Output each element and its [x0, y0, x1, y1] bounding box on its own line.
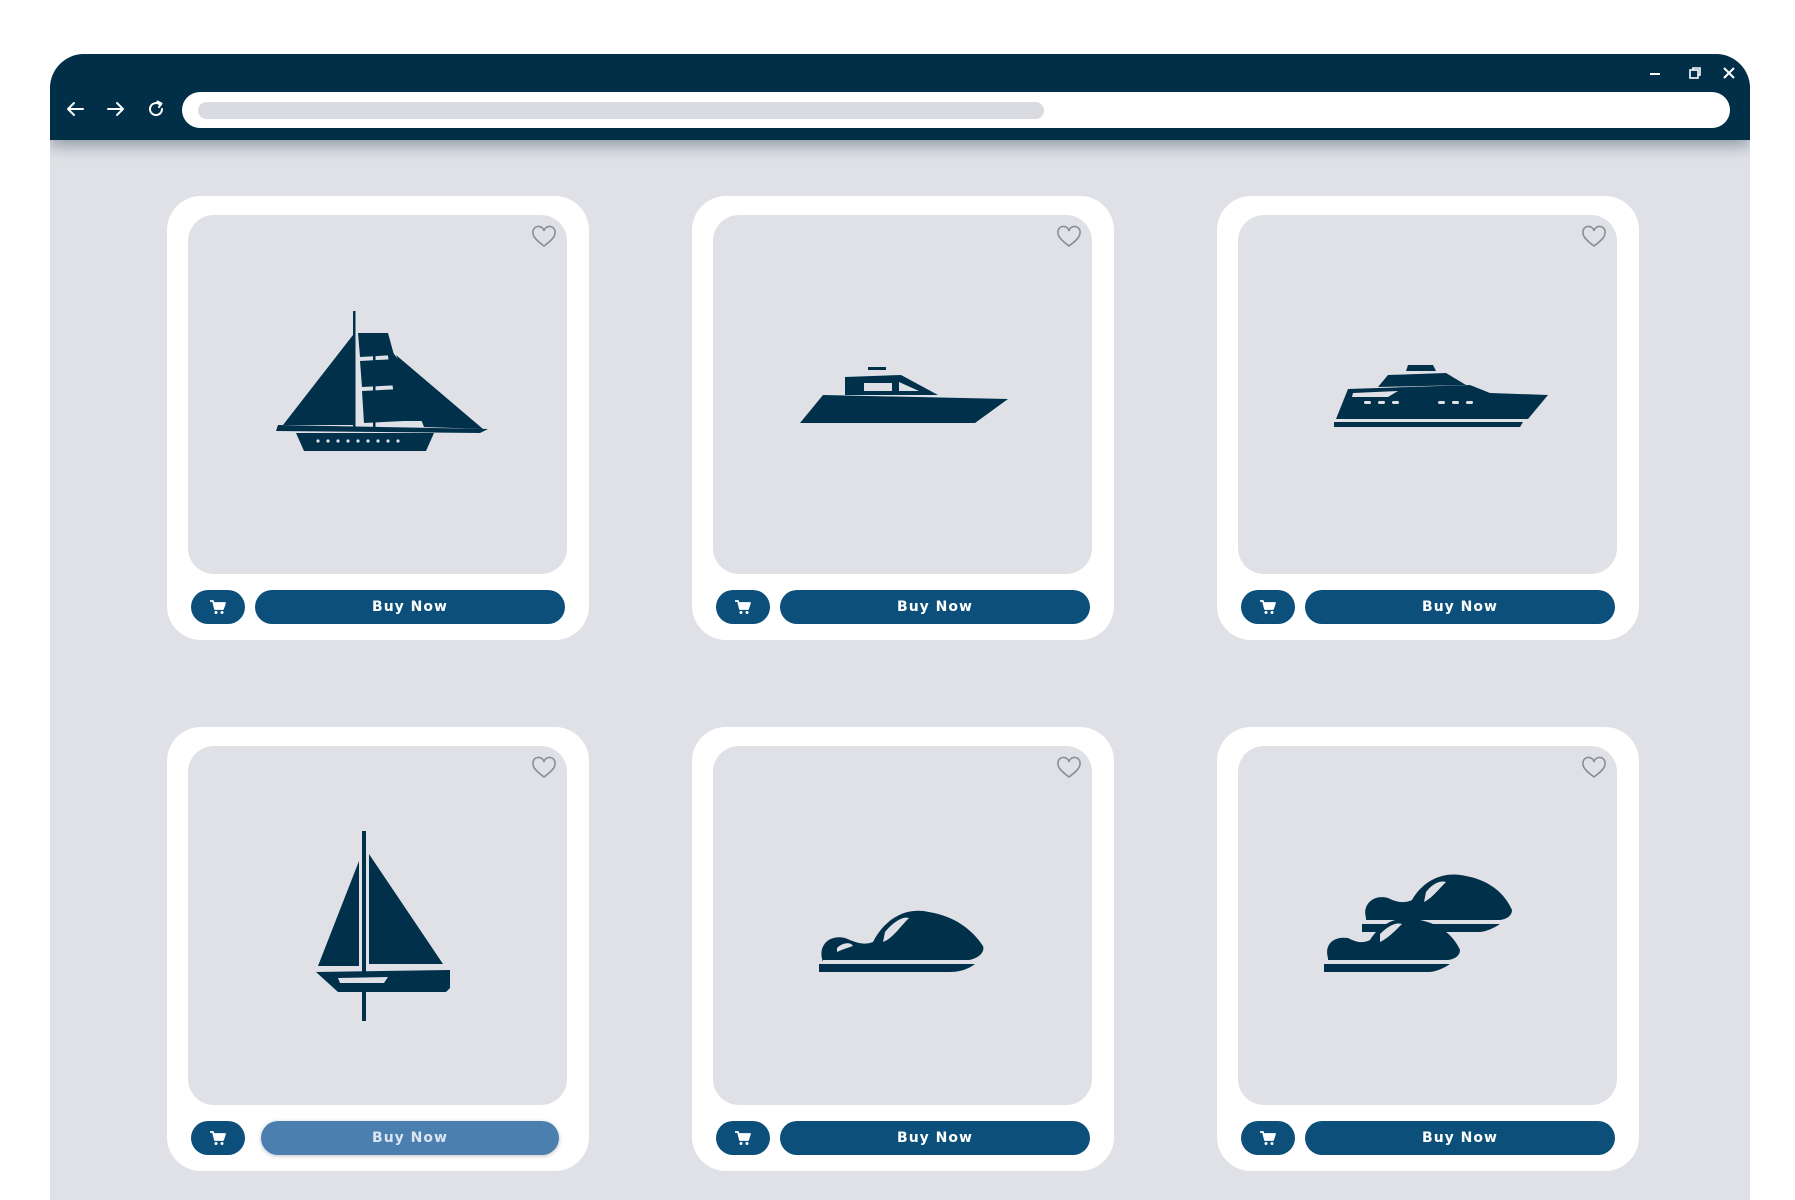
cart-icon — [1260, 1131, 1276, 1145]
add-to-cart-button[interactable] — [716, 590, 770, 624]
add-to-cart-button[interactable] — [191, 1121, 245, 1155]
schooner-icon — [276, 311, 488, 451]
product-image — [1238, 746, 1617, 1105]
address-bar[interactable] — [182, 92, 1730, 128]
product-card: Buy Now — [692, 727, 1114, 1171]
browser-window: Buy Now Buy Now Buy Now Buy Now Buy Now … — [50, 54, 1750, 1200]
forward-arrow-icon[interactable] — [101, 94, 131, 124]
browser-toolbar — [50, 54, 1750, 140]
back-arrow-icon[interactable] — [60, 94, 90, 124]
product-card: Buy Now — [1217, 196, 1639, 640]
cart-icon — [210, 600, 226, 614]
buy-now-button[interactable]: Buy Now — [780, 590, 1090, 624]
product-card: Buy Now — [692, 196, 1114, 640]
add-to-cart-button[interactable] — [191, 590, 245, 624]
product-image — [1238, 215, 1617, 574]
product-image — [188, 215, 567, 574]
add-to-cart-button[interactable] — [716, 1121, 770, 1155]
cart-icon — [210, 1131, 226, 1145]
cart-icon — [735, 1131, 751, 1145]
product-image — [188, 746, 567, 1105]
product-card: Buy Now — [167, 196, 589, 640]
sailboat-icon — [316, 831, 450, 1021]
cart-icon — [1260, 600, 1276, 614]
buy-now-button[interactable]: Buy Now — [255, 590, 565, 624]
product-image — [713, 215, 1092, 574]
add-to-cart-button[interactable] — [1241, 1121, 1295, 1155]
minimize-icon[interactable] — [1642, 60, 1668, 86]
restore-icon[interactable] — [1682, 60, 1708, 86]
reload-icon[interactable] — [141, 94, 171, 124]
product-image — [713, 746, 1092, 1105]
speedboat-icon — [800, 367, 1008, 423]
add-to-cart-button[interactable] — [1241, 590, 1295, 624]
cart-icon — [735, 600, 751, 614]
product-card: Buy Now — [167, 727, 589, 1171]
buy-now-button[interactable]: Buy Now — [261, 1121, 559, 1155]
close-icon[interactable] — [1716, 60, 1742, 86]
address-placeholder — [198, 102, 1044, 119]
buy-now-button[interactable]: Buy Now — [780, 1121, 1090, 1155]
product-card: Buy Now — [1217, 727, 1639, 1171]
yacht-icon — [1334, 365, 1548, 427]
two-jet-skis-icon — [1324, 874, 1512, 972]
product-grid: Buy Now Buy Now Buy Now Buy Now Buy Now … — [50, 140, 1750, 1200]
jet-ski-icon — [819, 910, 984, 972]
buy-now-button[interactable]: Buy Now — [1305, 590, 1615, 624]
buy-now-button[interactable]: Buy Now — [1305, 1121, 1615, 1155]
